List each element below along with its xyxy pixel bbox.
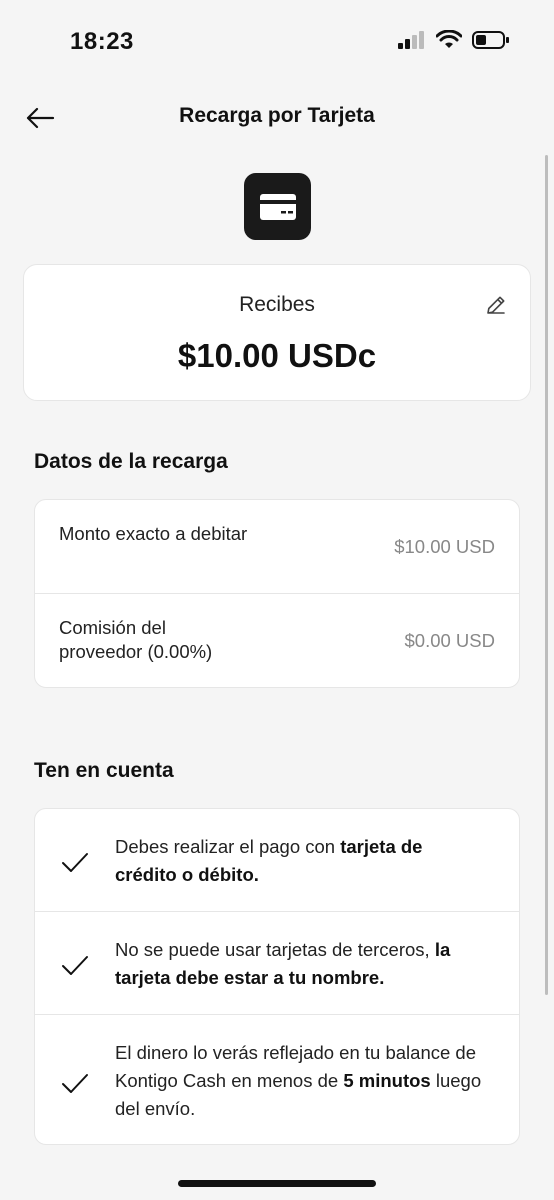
- nav-bar: Recarga por Tarjeta: [0, 90, 554, 144]
- note-item: El dinero lo verás reflejado en tu balan…: [35, 1015, 519, 1144]
- detail-value: $10.00 USD: [394, 536, 495, 557]
- wifi-icon: [436, 30, 462, 48]
- receive-amount: $10.00 USDc: [177, 337, 377, 374]
- cellular-signal-icon: [398, 31, 424, 49]
- receive-label: Recibes: [239, 293, 315, 316]
- scrollbar[interactable]: [545, 155, 548, 995]
- checkmark-icon: [62, 956, 88, 975]
- note-plain: No se puede usar tarjetas de terceros,: [115, 939, 435, 960]
- battery-icon: [472, 31, 509, 49]
- note-plain: Debes realizar el pago con: [115, 836, 341, 857]
- note-text: El dinero lo verás reflejado en tu balan…: [115, 1039, 489, 1123]
- home-indicator[interactable]: [178, 1180, 376, 1187]
- detail-row: Comisión del proveedor (0.00%) $0.00 USD: [35, 594, 519, 687]
- page-title: Recarga por Tarjeta: [179, 104, 375, 127]
- notes-section-title: Ten en cuenta: [34, 759, 174, 782]
- status-icons: [398, 30, 510, 50]
- notes-card: Debes realizar el pago con tarjeta de cr…: [34, 808, 520, 1145]
- details-card: Monto exacto a debitar $10.00 USD Comisi…: [34, 499, 520, 688]
- checkmark-icon: [62, 853, 88, 872]
- note-item: Debes realizar el pago con tarjeta de cr…: [35, 809, 519, 912]
- details-section-title: Datos de la recarga: [34, 450, 228, 473]
- checkmark-icon: [62, 1074, 88, 1093]
- note-text: Debes realizar el pago con tarjeta de cr…: [115, 833, 489, 889]
- note-text: No se puede usar tarjetas de terceros, l…: [115, 936, 489, 992]
- note-item: No se puede usar tarjetas de terceros, l…: [35, 912, 519, 1015]
- detail-row: Monto exacto a debitar $10.00 USD: [35, 500, 519, 594]
- detail-value: $0.00 USD: [404, 630, 496, 651]
- payment-method-badge: [244, 173, 311, 240]
- edit-amount-button[interactable]: [484, 293, 508, 317]
- note-bold: 5 minutos: [343, 1070, 431, 1091]
- detail-label: Comisión del proveedor (0.00%): [59, 617, 213, 662]
- status-bar: 18:23: [0, 0, 554, 80]
- pencil-icon: [487, 296, 505, 314]
- credit-card-icon: [259, 193, 296, 220]
- detail-label: Monto exacto a debitar: [59, 523, 248, 544]
- status-time: 18:23: [70, 28, 134, 55]
- receive-amount-card: Recibes $10.00 USDc: [23, 264, 531, 401]
